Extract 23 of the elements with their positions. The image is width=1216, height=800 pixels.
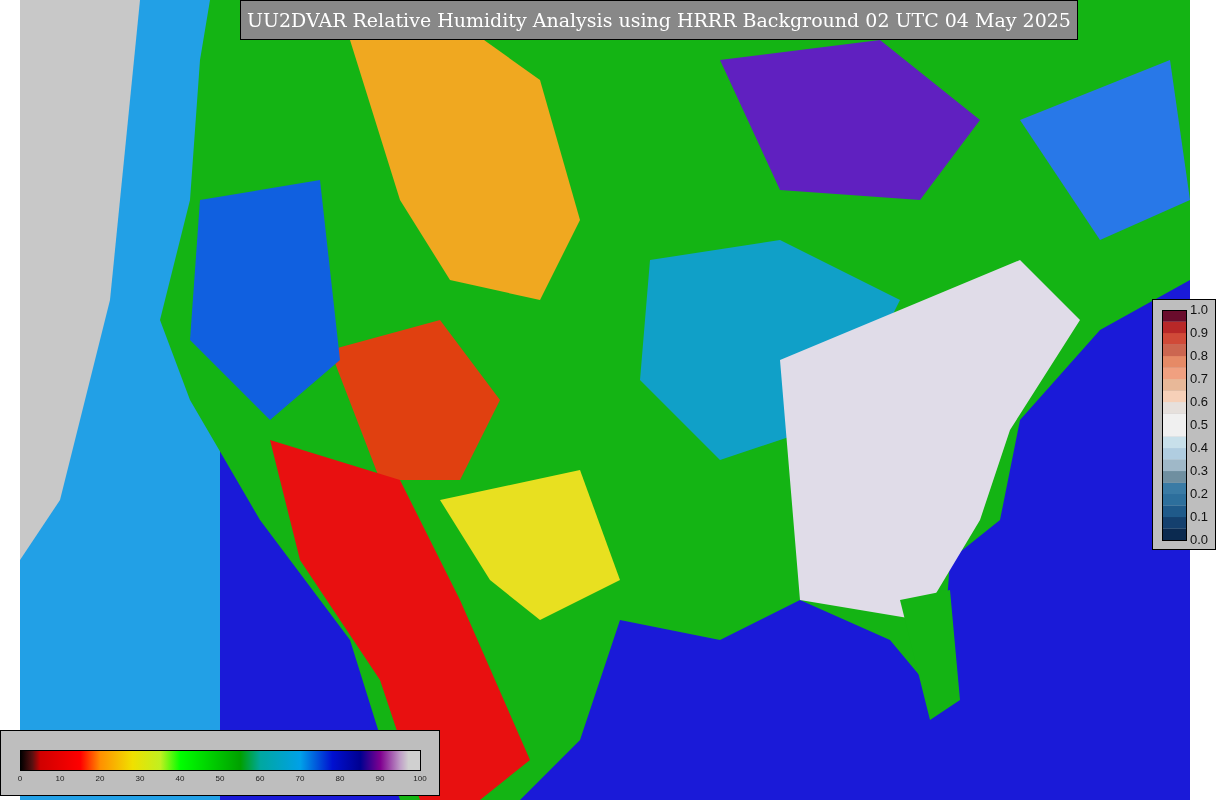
tick-label: 0.3 bbox=[1190, 464, 1209, 478]
tick-label: 80 bbox=[335, 773, 345, 785]
tick-label: 0.9 bbox=[1190, 326, 1209, 340]
map-title: UU2DVAR Relative Humidity Analysis using HRRR Background 02 UTC 04 May 2025 bbox=[240, 0, 1078, 40]
tick-label: 0.1 bbox=[1190, 510, 1209, 524]
tick-label: 90 bbox=[375, 773, 385, 785]
tick-label: 0.8 bbox=[1190, 349, 1209, 363]
tick-label: 0 bbox=[17, 773, 23, 785]
tick-label: 0.7 bbox=[1190, 372, 1209, 386]
tick-label: 0.5 bbox=[1190, 418, 1209, 432]
tick-label: 30 bbox=[135, 773, 145, 785]
tick-label: 20 bbox=[95, 773, 105, 785]
tick-label: 70 bbox=[295, 773, 305, 785]
tick-label: 40 bbox=[175, 773, 185, 785]
tick-label: 0.2 bbox=[1190, 487, 1209, 501]
tick-label: 10 bbox=[55, 773, 65, 785]
tick-label: 0.6 bbox=[1190, 395, 1209, 409]
tick-label: 50 bbox=[215, 773, 225, 785]
tick-label: 1.0 bbox=[1190, 303, 1209, 317]
tick-label: 60 bbox=[255, 773, 265, 785]
tick-label: 100 bbox=[413, 773, 427, 785]
tick-label: 0.0 bbox=[1190, 533, 1209, 547]
tick-label: 0.4 bbox=[1190, 441, 1209, 455]
